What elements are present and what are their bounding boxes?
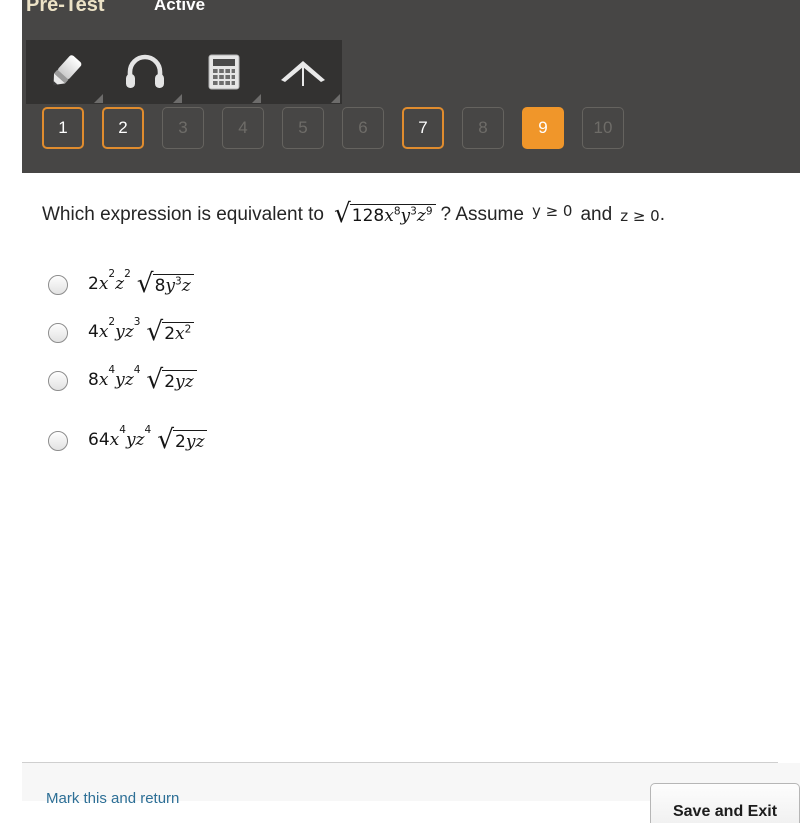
answer-choice-c-expression: 8 x 4 y z 4 √ 2yz <box>88 364 197 393</box>
question-nav-item-8[interactable]: 8 <box>462 107 504 149</box>
choice-d-inside-base-1: y <box>185 431 196 452</box>
question-nav-item-1[interactable]: 1 <box>42 107 84 149</box>
choice-c-coefficient: 8 <box>88 369 99 390</box>
tool-corner-marker <box>252 94 261 103</box>
highlighter-icon <box>40 51 92 93</box>
question-number-nav: 1 2 3 4 5 6 7 8 9 10 <box>42 107 624 149</box>
choice-a-outside-base-2: z <box>115 273 125 294</box>
choice-c-outside-base-3: z <box>124 369 134 390</box>
page-title: Pre-Test <box>26 0 105 16</box>
answer-choice-a[interactable]: 2 x 2 z 2 √ 8y3z <box>0 261 800 309</box>
choice-a-inside-exp-1: 3 <box>175 275 182 288</box>
choice-b-outside-base-3: z <box>124 321 134 342</box>
question-nav-item-7[interactable]: 7 <box>402 107 444 149</box>
status-badge: Active <box>154 0 206 14</box>
tool-corner-marker <box>173 94 182 103</box>
protractor-icon <box>277 52 329 92</box>
answer-choice-d-expression: 64 x 4 y z 4 √ 2yz <box>88 424 208 453</box>
choice-d-outside-base-3: z <box>135 429 145 450</box>
choice-d-inside-base-2: z <box>195 431 205 452</box>
choice-d-outside-base-1: x <box>109 429 120 450</box>
radio-button-b[interactable] <box>48 323 68 343</box>
choice-d-outside-base-2: y <box>125 429 136 450</box>
question-nav-item-6[interactable]: 6 <box>342 107 384 149</box>
question-radical: √ 128x8y3z9 <box>334 201 436 227</box>
question-prompt-middle: ? Assume <box>440 204 524 225</box>
choice-b-inside-base-1: x <box>175 323 185 344</box>
choice-d-inside-coefficient: 2 <box>175 431 186 452</box>
question-nav-item-5[interactable]: 5 <box>282 107 324 149</box>
test-title-row: Pre-Test Active <box>22 0 800 20</box>
question-conjunction: and <box>580 204 613 225</box>
question-prompt: Which expression is equivalent to √ 128x… <box>42 201 665 227</box>
calculator-icon <box>203 51 245 93</box>
choice-b-outside-base-2: y <box>115 321 125 342</box>
radio-button-a[interactable] <box>48 275 68 295</box>
save-and-exit-button[interactable]: Save and Exit <box>650 783 800 823</box>
choice-b-coefficient: 4 <box>88 321 99 342</box>
choice-a-inside-base-1: y <box>165 275 176 296</box>
choice-b-inside-coefficient: 2 <box>164 323 176 344</box>
choice-c-inside-base-2: z <box>184 371 194 392</box>
answer-choice-c[interactable]: 8 x 4 y z 4 √ 2yz <box>0 357 800 405</box>
choice-a-inside-coefficient: 8 <box>154 275 166 296</box>
choice-c-outside-base-2: y <box>115 369 125 390</box>
question-nav-item-2[interactable]: 2 <box>102 107 144 149</box>
tool-corner-marker <box>331 94 340 103</box>
tool-palette <box>26 40 342 104</box>
audio-tool-button[interactable] <box>105 40 184 104</box>
radio-button-c[interactable] <box>48 371 68 391</box>
choice-c-outside-base-1: x <box>98 369 109 390</box>
radicand-exponent-y: 3 <box>410 205 417 218</box>
question-nav-item-3[interactable]: 3 <box>162 107 204 149</box>
choice-d-coefficient: 64 <box>88 429 110 450</box>
tool-corner-marker <box>94 94 103 103</box>
radicand-exponent-x: 8 <box>393 205 401 218</box>
choice-a-outside-base-1: x <box>98 273 109 294</box>
choice-b-outside-base-1: x <box>98 321 109 342</box>
choice-b-inside-exp-1: 2 <box>184 323 192 336</box>
question-terminator: . <box>659 204 665 225</box>
question-prompt-prefix: Which expression is equivalent to <box>42 204 324 225</box>
radicand-coefficient: 128 <box>351 206 385 226</box>
calculator-tool-button[interactable] <box>184 40 263 104</box>
radio-button-d[interactable] <box>48 431 68 451</box>
choice-a-coefficient: 2 <box>88 273 99 294</box>
choice-a-inside-base-2: z <box>181 275 191 296</box>
highlighter-tool-button[interactable] <box>26 40 105 104</box>
test-header-bar: Pre-Test Active 1 2 3 4 5 6 7 8 9 10 <box>22 0 800 173</box>
answer-choice-d[interactable]: 64 x 4 y z 4 √ 2yz <box>0 417 800 465</box>
radicand-base-y: y <box>400 206 411 226</box>
radicand-exponent-z: 9 <box>425 205 433 218</box>
question-nav-item-10[interactable]: 10 <box>582 107 624 149</box>
answer-choice-b-expression: 4 x 2 y z 3 √ 2x2 <box>88 316 195 345</box>
question-nav-item-9[interactable]: 9 <box>522 107 564 149</box>
footer-bar: Mark this and return Save and Exit <box>22 763 800 823</box>
mark-this-and-return-link[interactable]: Mark this and return <box>46 790 179 807</box>
radicand-base-z: z <box>416 206 426 226</box>
question-content-area: Which expression is equivalent to √ 128x… <box>0 173 800 762</box>
headphones-icon <box>122 52 168 92</box>
condition-z: z ≥ 0 <box>620 207 660 225</box>
question-nav-item-4[interactable]: 4 <box>222 107 264 149</box>
choice-c-inside-coefficient: 2 <box>164 371 176 392</box>
radicand-base-x: x <box>384 206 394 226</box>
choice-c-inside-base-1: y <box>175 371 185 392</box>
protractor-tool-button[interactable] <box>263 40 342 104</box>
answer-choice-a-expression: 2 x 2 z 2 √ 8y3z <box>88 268 194 297</box>
answer-choice-list: 2 x 2 z 2 √ 8y3z 4 x 2 y z 3 √ 2x2 8 x 4 y z 4 √ 2yz 64 x 4 y z 4… <box>0 261 800 465</box>
condition-y: y ≥ 0 <box>531 202 573 220</box>
answer-choice-b[interactable]: 4 x 2 y z 3 √ 2x2 <box>0 309 800 357</box>
